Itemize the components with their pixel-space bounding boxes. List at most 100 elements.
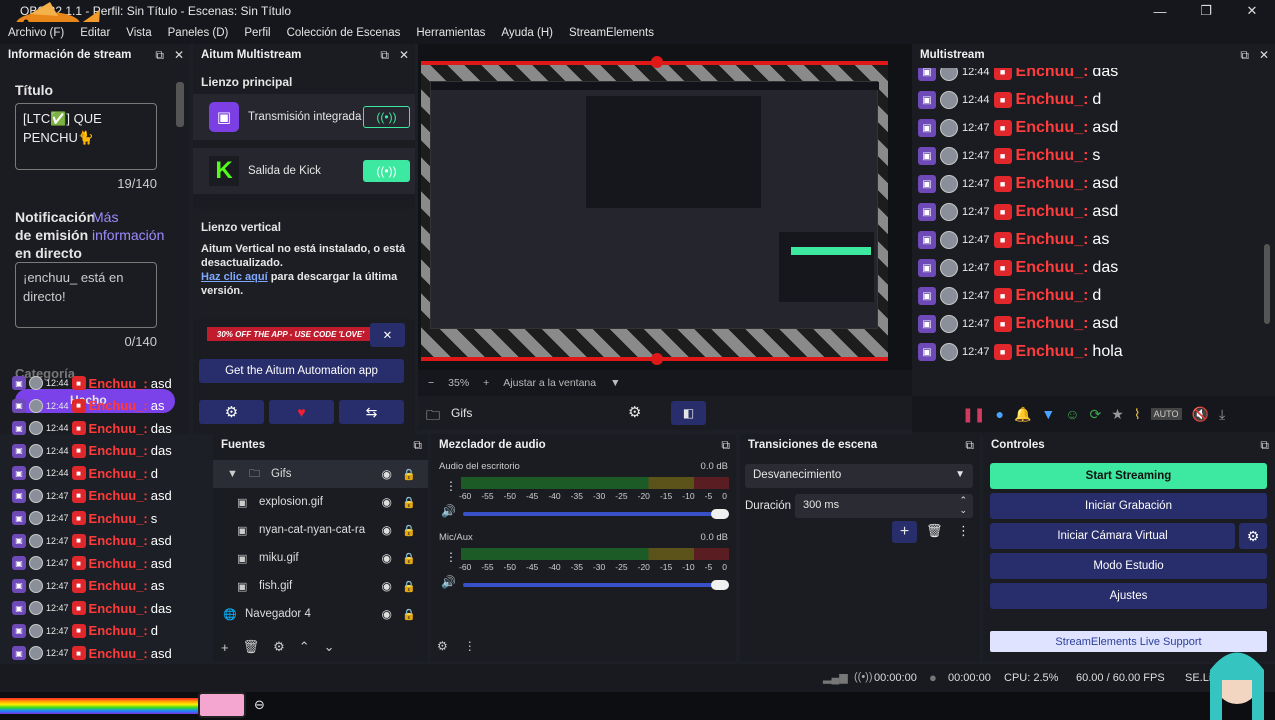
filter-icon[interactable]: ▼ xyxy=(1041,406,1055,422)
source-group-row[interactable]: ▼ 🗀 Gifs ◉ 🔒 xyxy=(213,460,428,488)
preview-area[interactable] xyxy=(418,44,912,370)
message-user[interactable]: Enchuu_: xyxy=(1016,203,1089,221)
promo-close-button[interactable]: ✕ xyxy=(370,323,405,347)
eye-icon[interactable]: ◉ xyxy=(382,467,392,481)
mute-icon[interactable]: 🔇 xyxy=(1192,406,1209,423)
float-icon[interactable]: ⧉ xyxy=(1240,48,1249,63)
kebab-menu-icon[interactable]: ⋮ xyxy=(957,523,970,539)
virtual-camera-button[interactable]: Iniciar Cámara Virtual xyxy=(990,523,1235,549)
message-user[interactable]: Enchuu_: xyxy=(1016,175,1089,193)
lock-icon[interactable]: 🔒 xyxy=(402,468,416,481)
menu-tools[interactable]: Herramientas xyxy=(408,27,493,39)
lock-icon[interactable]: 🔒 xyxy=(402,496,416,509)
close-button[interactable]: ✕ xyxy=(1229,0,1275,22)
message-user[interactable]: Enchuu_: xyxy=(1016,147,1089,165)
volume-slider[interactable] xyxy=(463,509,729,519)
menu-docks[interactable]: Paneles (D) xyxy=(160,27,237,39)
title-input[interactable]: [LTC✅] QUE PENCHU🐈 xyxy=(15,103,157,170)
zoom-out-button[interactable]: − xyxy=(428,377,434,389)
message-user[interactable]: Enchuu_: xyxy=(1016,259,1089,277)
aitum-app-button[interactable]: Get the Aitum Automation app xyxy=(199,359,404,383)
menu-file[interactable]: Archivo (F) xyxy=(0,27,72,39)
float-icon[interactable]: ⧉ xyxy=(721,438,730,453)
auto-scroll-badge[interactable]: AUTO xyxy=(1150,408,1182,420)
lock-icon[interactable]: 🔒 xyxy=(402,552,416,565)
source-row[interactable]: ▣ fish.gif ◉ 🔒 xyxy=(213,572,428,600)
more-info-link[interactable]: Más información xyxy=(92,208,172,244)
speaker-icon[interactable]: 🔊 xyxy=(441,504,456,518)
float-icon[interactable]: ⧉ xyxy=(380,48,389,63)
maximize-button[interactable]: ❐ xyxy=(1183,0,1229,22)
broadcast-toggle-active[interactable]: ((•)) xyxy=(363,160,410,182)
virtual-camera-gear-icon[interactable]: ⚙ xyxy=(1239,523,1267,549)
menu-streamelements[interactable]: StreamElements xyxy=(561,27,662,39)
trash-icon[interactable]: 🗑 xyxy=(243,639,260,655)
download-link[interactable]: Haz clic aquí xyxy=(201,271,268,283)
fit-window-label[interactable]: Ajustar a la ventana xyxy=(503,377,596,389)
source-row[interactable]: ▣ nyan-cat-nyan-cat-ra ◉ 🔒 xyxy=(213,516,428,544)
studio-mode-button[interactable]: Modo Estudio xyxy=(990,553,1267,579)
transition-select[interactable]: Desvanecimiento ▼ xyxy=(745,464,973,488)
message-user[interactable]: Enchuu_: xyxy=(1016,287,1089,305)
eye-icon[interactable]: ◉ xyxy=(382,607,392,621)
source-row[interactable]: ▣ explosion.gif ◉ 🔒 xyxy=(213,488,428,516)
float-icon[interactable]: ⧉ xyxy=(965,438,974,453)
zoom-in-button[interactable]: + xyxy=(483,377,489,389)
emote-icon[interactable]: ☺ xyxy=(1065,406,1079,422)
menu-scene-collection[interactable]: Colección de Escenas xyxy=(279,27,409,39)
move-up-icon[interactable]: ⌃ xyxy=(299,639,310,655)
promo-banner[interactable]: 30% OFF THE APP - USE CODE 'LOVE' xyxy=(207,327,374,341)
lock-icon[interactable]: 🔒 xyxy=(402,580,416,593)
settings-button[interactable]: Ajustes xyxy=(990,583,1267,609)
lock-icon[interactable]: 🔒 xyxy=(402,608,416,621)
message-user[interactable]: Enchuu_: xyxy=(1016,68,1089,81)
trash-icon[interactable]: 🗑 xyxy=(926,523,943,539)
pause-icon[interactable]: ❚❚ xyxy=(962,406,985,423)
close-icon[interactable]: ✕ xyxy=(174,48,184,63)
scrollbar[interactable] xyxy=(176,82,184,127)
stepper-icon[interactable]: ⌃ ⌄ xyxy=(959,495,967,515)
menu-edit[interactable]: Editar xyxy=(72,27,118,39)
start-streaming-button[interactable]: Start Streaming xyxy=(990,463,1267,489)
source-row[interactable]: 🌐 Navegador 4 ◉ 🔒 xyxy=(213,600,428,628)
menu-profile[interactable]: Perfil xyxy=(236,27,278,39)
speaker-icon[interactable]: 🔊 xyxy=(441,575,456,589)
chat-bubble-icon[interactable]: ● xyxy=(995,406,1003,422)
studio-toggle-icon[interactable]: ◧ xyxy=(671,401,706,425)
start-recording-button[interactable]: Iniciar Grabación xyxy=(990,493,1267,519)
broadcast-toggle[interactable]: ((•)) xyxy=(363,106,410,128)
star-icon[interactable]: ★ xyxy=(1111,406,1124,423)
float-icon[interactable]: ⧉ xyxy=(413,438,422,453)
eye-icon[interactable]: ◉ xyxy=(382,495,392,509)
message-user[interactable]: Enchuu_: xyxy=(1016,91,1089,109)
collapse-icon[interactable]: ⤓ xyxy=(1219,406,1225,423)
share-icon[interactable]: ⇆ xyxy=(339,400,404,424)
advanced-audio-gear-icon[interactable]: ⚙ xyxy=(437,639,448,653)
bell-icon[interactable]: 🔔 xyxy=(1014,406,1031,423)
message-user[interactable]: Enchuu_: xyxy=(1016,231,1089,249)
refresh-icon[interactable]: ⟳ xyxy=(1090,406,1102,423)
chevron-down-icon[interactable]: ▼ xyxy=(610,377,620,389)
message-user[interactable]: Enchuu_: xyxy=(1016,343,1089,361)
eye-icon[interactable]: ◉ xyxy=(382,551,392,565)
volume-slider[interactable] xyxy=(463,580,729,590)
expand-icon[interactable]: ▼ xyxy=(227,468,241,480)
lock-icon[interactable]: 🔒 xyxy=(402,524,416,537)
float-icon[interactable]: ⧉ xyxy=(155,48,164,63)
source-row[interactable]: ▣ miku.gif ◉ 🔒 xyxy=(213,544,428,572)
float-icon[interactable]: ⧉ xyxy=(1260,438,1269,453)
chat-scrollbar[interactable] xyxy=(1264,244,1270,324)
minimize-button[interactable]: — xyxy=(1137,0,1183,22)
close-icon[interactable]: ✕ xyxy=(1259,48,1269,63)
add-source-icon[interactable]: + xyxy=(221,640,229,655)
close-icon[interactable]: ✕ xyxy=(399,48,409,63)
gear-icon[interactable]: ⚙ xyxy=(273,639,285,655)
eye-icon[interactable]: ◉ xyxy=(382,579,392,593)
notification-input[interactable]: ¡enchuu_ está en directo! xyxy=(15,262,157,328)
scene-settings-gear-icon[interactable]: ⚙ xyxy=(628,403,641,421)
menu-view[interactable]: Vista xyxy=(118,27,159,39)
message-user[interactable]: Enchuu_: xyxy=(1016,119,1089,137)
eye-icon[interactable]: ◉ xyxy=(382,523,392,537)
broom-icon[interactable]: ⌇ xyxy=(1134,406,1141,423)
move-down-icon[interactable]: ⌄ xyxy=(324,639,335,655)
